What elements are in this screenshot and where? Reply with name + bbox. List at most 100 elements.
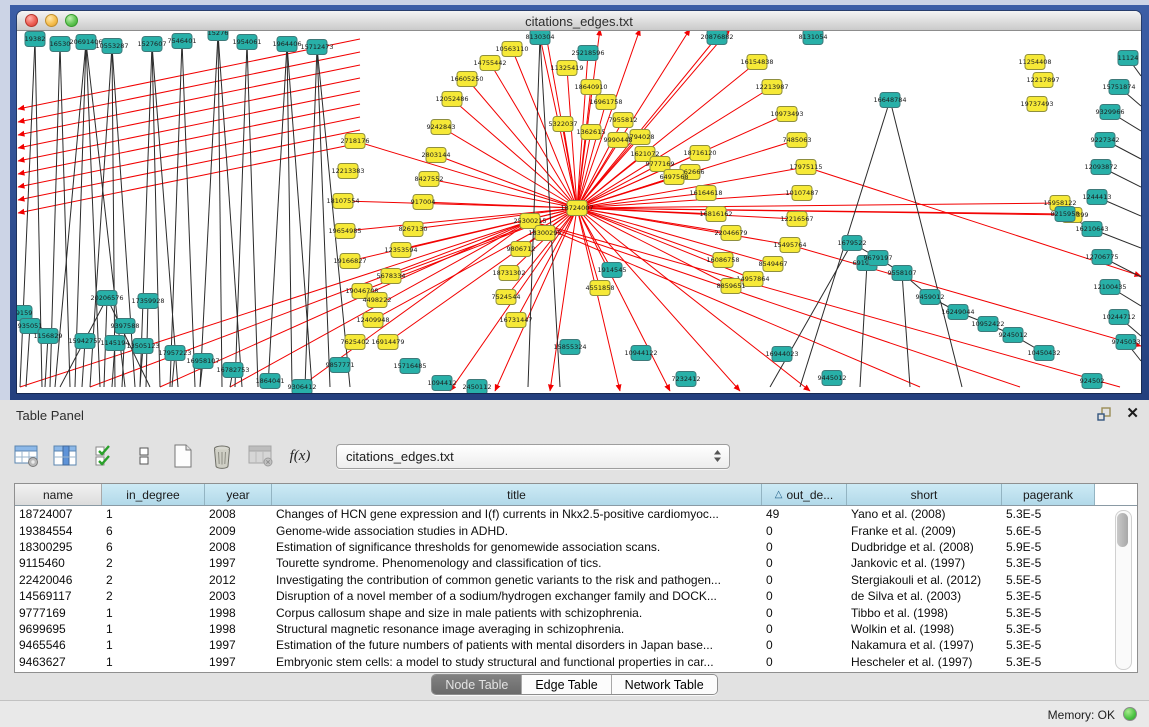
network-node[interactable]: 17975115 (789, 160, 822, 175)
tab-node-table[interactable]: Node Table (432, 675, 522, 694)
network-node[interactable]: 7485063 (783, 133, 812, 148)
network-window-titlebar[interactable]: citations_edges.txt (17, 11, 1141, 31)
table-row[interactable]: 946362711997Embryonic stem cells: a mode… (15, 654, 1137, 670)
network-node[interactable]: 10944122 (624, 346, 657, 361)
table-cell[interactable]: 1998 (205, 606, 272, 620)
column-visibility-icon[interactable] (51, 441, 81, 471)
network-node[interactable]: 22046679 (714, 226, 747, 241)
network-node[interactable]: 16154838 (740, 55, 773, 70)
column-header-pagerank[interactable]: pagerank (1002, 484, 1095, 505)
network-node[interactable]: 1156829 (34, 329, 63, 344)
table-cell[interactable]: 0 (762, 573, 847, 587)
table-cell[interactable]: 14569117 (15, 589, 102, 603)
network-node[interactable]: 10244712 (1102, 310, 1135, 325)
table-cell[interactable]: Dudbridge et al. (2008) (847, 540, 1002, 554)
network-node[interactable]: 16648784 (873, 93, 906, 108)
network-node[interactable]: 16210643 (1075, 222, 1108, 237)
table-cell[interactable]: 19384554 (15, 524, 102, 538)
network-node[interactable]: 9806712 (507, 242, 536, 257)
table-cell[interactable]: 1 (102, 622, 205, 636)
table-cell[interactable]: Hescheler et al. (1997) (847, 655, 1002, 669)
network-node[interactable]: 12213987 (755, 80, 788, 95)
table-cell[interactable]: 0 (762, 556, 847, 570)
table-cell[interactable]: 9115460 (15, 556, 102, 570)
table-cell[interactable]: 5.3E-5 (1002, 606, 1095, 620)
network-node[interactable]: 2718176 (341, 134, 370, 149)
column-header-in-degree[interactable]: in_degree (102, 484, 205, 505)
table-row[interactable]: 911546021997Tourette syndrome. Phenomeno… (15, 555, 1137, 571)
table-cell[interactable]: Nakamura et al. (1997) (847, 638, 1002, 652)
table-cell[interactable]: Estimation of the future numbers of pati… (272, 638, 762, 652)
network-node[interactable]: 924502 (1080, 374, 1105, 389)
network-node[interactable]: 2803144 (422, 148, 451, 163)
table-cell[interactable]: 18300295 (15, 540, 102, 554)
network-node[interactable]: 12706775 (1085, 250, 1118, 265)
table-cell[interactable]: 0 (762, 622, 847, 636)
column-header-year[interactable]: year (205, 484, 272, 505)
table-cell[interactable]: 6 (102, 524, 205, 538)
network-node[interactable]: 15942757 (68, 334, 101, 349)
table-cell[interactable]: 1998 (205, 622, 272, 636)
table-cell[interactable]: Yano et al. (2008) (847, 507, 1002, 521)
table-cell[interactable]: 2003 (205, 589, 272, 603)
float-panel-icon[interactable] (1097, 407, 1112, 421)
network-node[interactable]: 7546401 (168, 34, 197, 49)
network-node[interactable]: 19737493 (1020, 97, 1053, 112)
table-cell[interactable]: 6 (102, 540, 205, 554)
selection-mode-icon[interactable] (90, 441, 120, 471)
table-cell[interactable]: 0 (762, 524, 847, 538)
function-builder-icon[interactable]: f(x) (285, 441, 315, 471)
table-cell[interactable]: 49 (762, 507, 847, 521)
table-cell[interactable]: 2009 (205, 524, 272, 538)
network-node[interactable]: 9745033 (1112, 335, 1141, 350)
network-node[interactable]: 5322037 (549, 117, 578, 132)
network-node[interactable]: 9558107 (888, 266, 917, 281)
table-cell[interactable]: 1997 (205, 638, 272, 652)
network-node[interactable]: 1527607 (138, 37, 167, 52)
column-header-title[interactable]: title (272, 484, 762, 505)
network-node[interactable]: 15716485 (393, 359, 426, 374)
network-node[interactable]: 8131054 (799, 31, 828, 45)
table-cell[interactable]: Wolkin et al. (1998) (847, 622, 1002, 636)
network-node[interactable]: 18640910 (574, 80, 607, 95)
network-node[interactable]: 11124 (1118, 51, 1139, 66)
network-node[interactable]: 6497568 (660, 170, 689, 185)
network-node[interactable]: 7524544 (492, 290, 521, 305)
table-cell[interactable]: 9465546 (15, 638, 102, 652)
network-node[interactable]: 9242843 (427, 120, 456, 135)
vertical-scrollbar[interactable] (1115, 510, 1132, 670)
new-column-icon[interactable] (168, 441, 198, 471)
network-node[interactable]: 9329966 (1096, 105, 1125, 120)
table-cell[interactable]: 5.6E-5 (1002, 524, 1095, 538)
network-node[interactable]: 25218596 (571, 46, 604, 61)
table-cell[interactable]: Investigating the contribution of common… (272, 573, 762, 587)
network-node[interactable]: 16961758 (589, 95, 622, 110)
network-node[interactable]: 8215958 (1051, 207, 1080, 222)
network-node[interactable]: 8859651 (717, 279, 746, 294)
scrollbar-thumb[interactable] (1117, 513, 1128, 547)
table-cell[interactable]: 2008 (205, 507, 272, 521)
table-cell[interactable]: Jankovic et al. (1997) (847, 556, 1002, 570)
network-node[interactable]: 14755442 (473, 56, 506, 71)
network-node[interactable]: 12216567 (780, 212, 813, 227)
network-node[interactable]: 17359928 (131, 294, 164, 309)
table-cell[interactable]: Genome-wide association studies in ADHD. (272, 524, 762, 538)
table-cell[interactable]: 0 (762, 540, 847, 554)
network-node[interactable]: 9857771 (326, 358, 355, 373)
network-graph[interactable]: 1872400727181761221338318107554196549851… (17, 31, 1141, 393)
table-cell[interactable]: 2 (102, 573, 205, 587)
network-node[interactable]: 16530 (50, 37, 71, 52)
table-row[interactable]: 2242004622012Investigating the contribut… (15, 572, 1137, 588)
network-node[interactable]: 16249044 (941, 305, 974, 320)
table-cell[interactable]: 1 (102, 507, 205, 521)
delete-trash-icon[interactable] (207, 441, 237, 471)
network-node[interactable]: 9397588 (111, 319, 140, 334)
table-cell[interactable]: 1997 (205, 556, 272, 570)
network-node[interactable]: 7232412 (672, 372, 701, 387)
table-cell[interactable]: 2 (102, 589, 205, 603)
table-cell[interactable]: 5.5E-5 (1002, 573, 1095, 587)
node-table[interactable]: namein_degreeyeartitle△out_de...shortpag… (14, 483, 1138, 673)
network-node[interactable]: 16944023 (765, 347, 798, 362)
table-cell[interactable]: 2012 (205, 573, 272, 587)
table-cell[interactable]: 0 (762, 606, 847, 620)
